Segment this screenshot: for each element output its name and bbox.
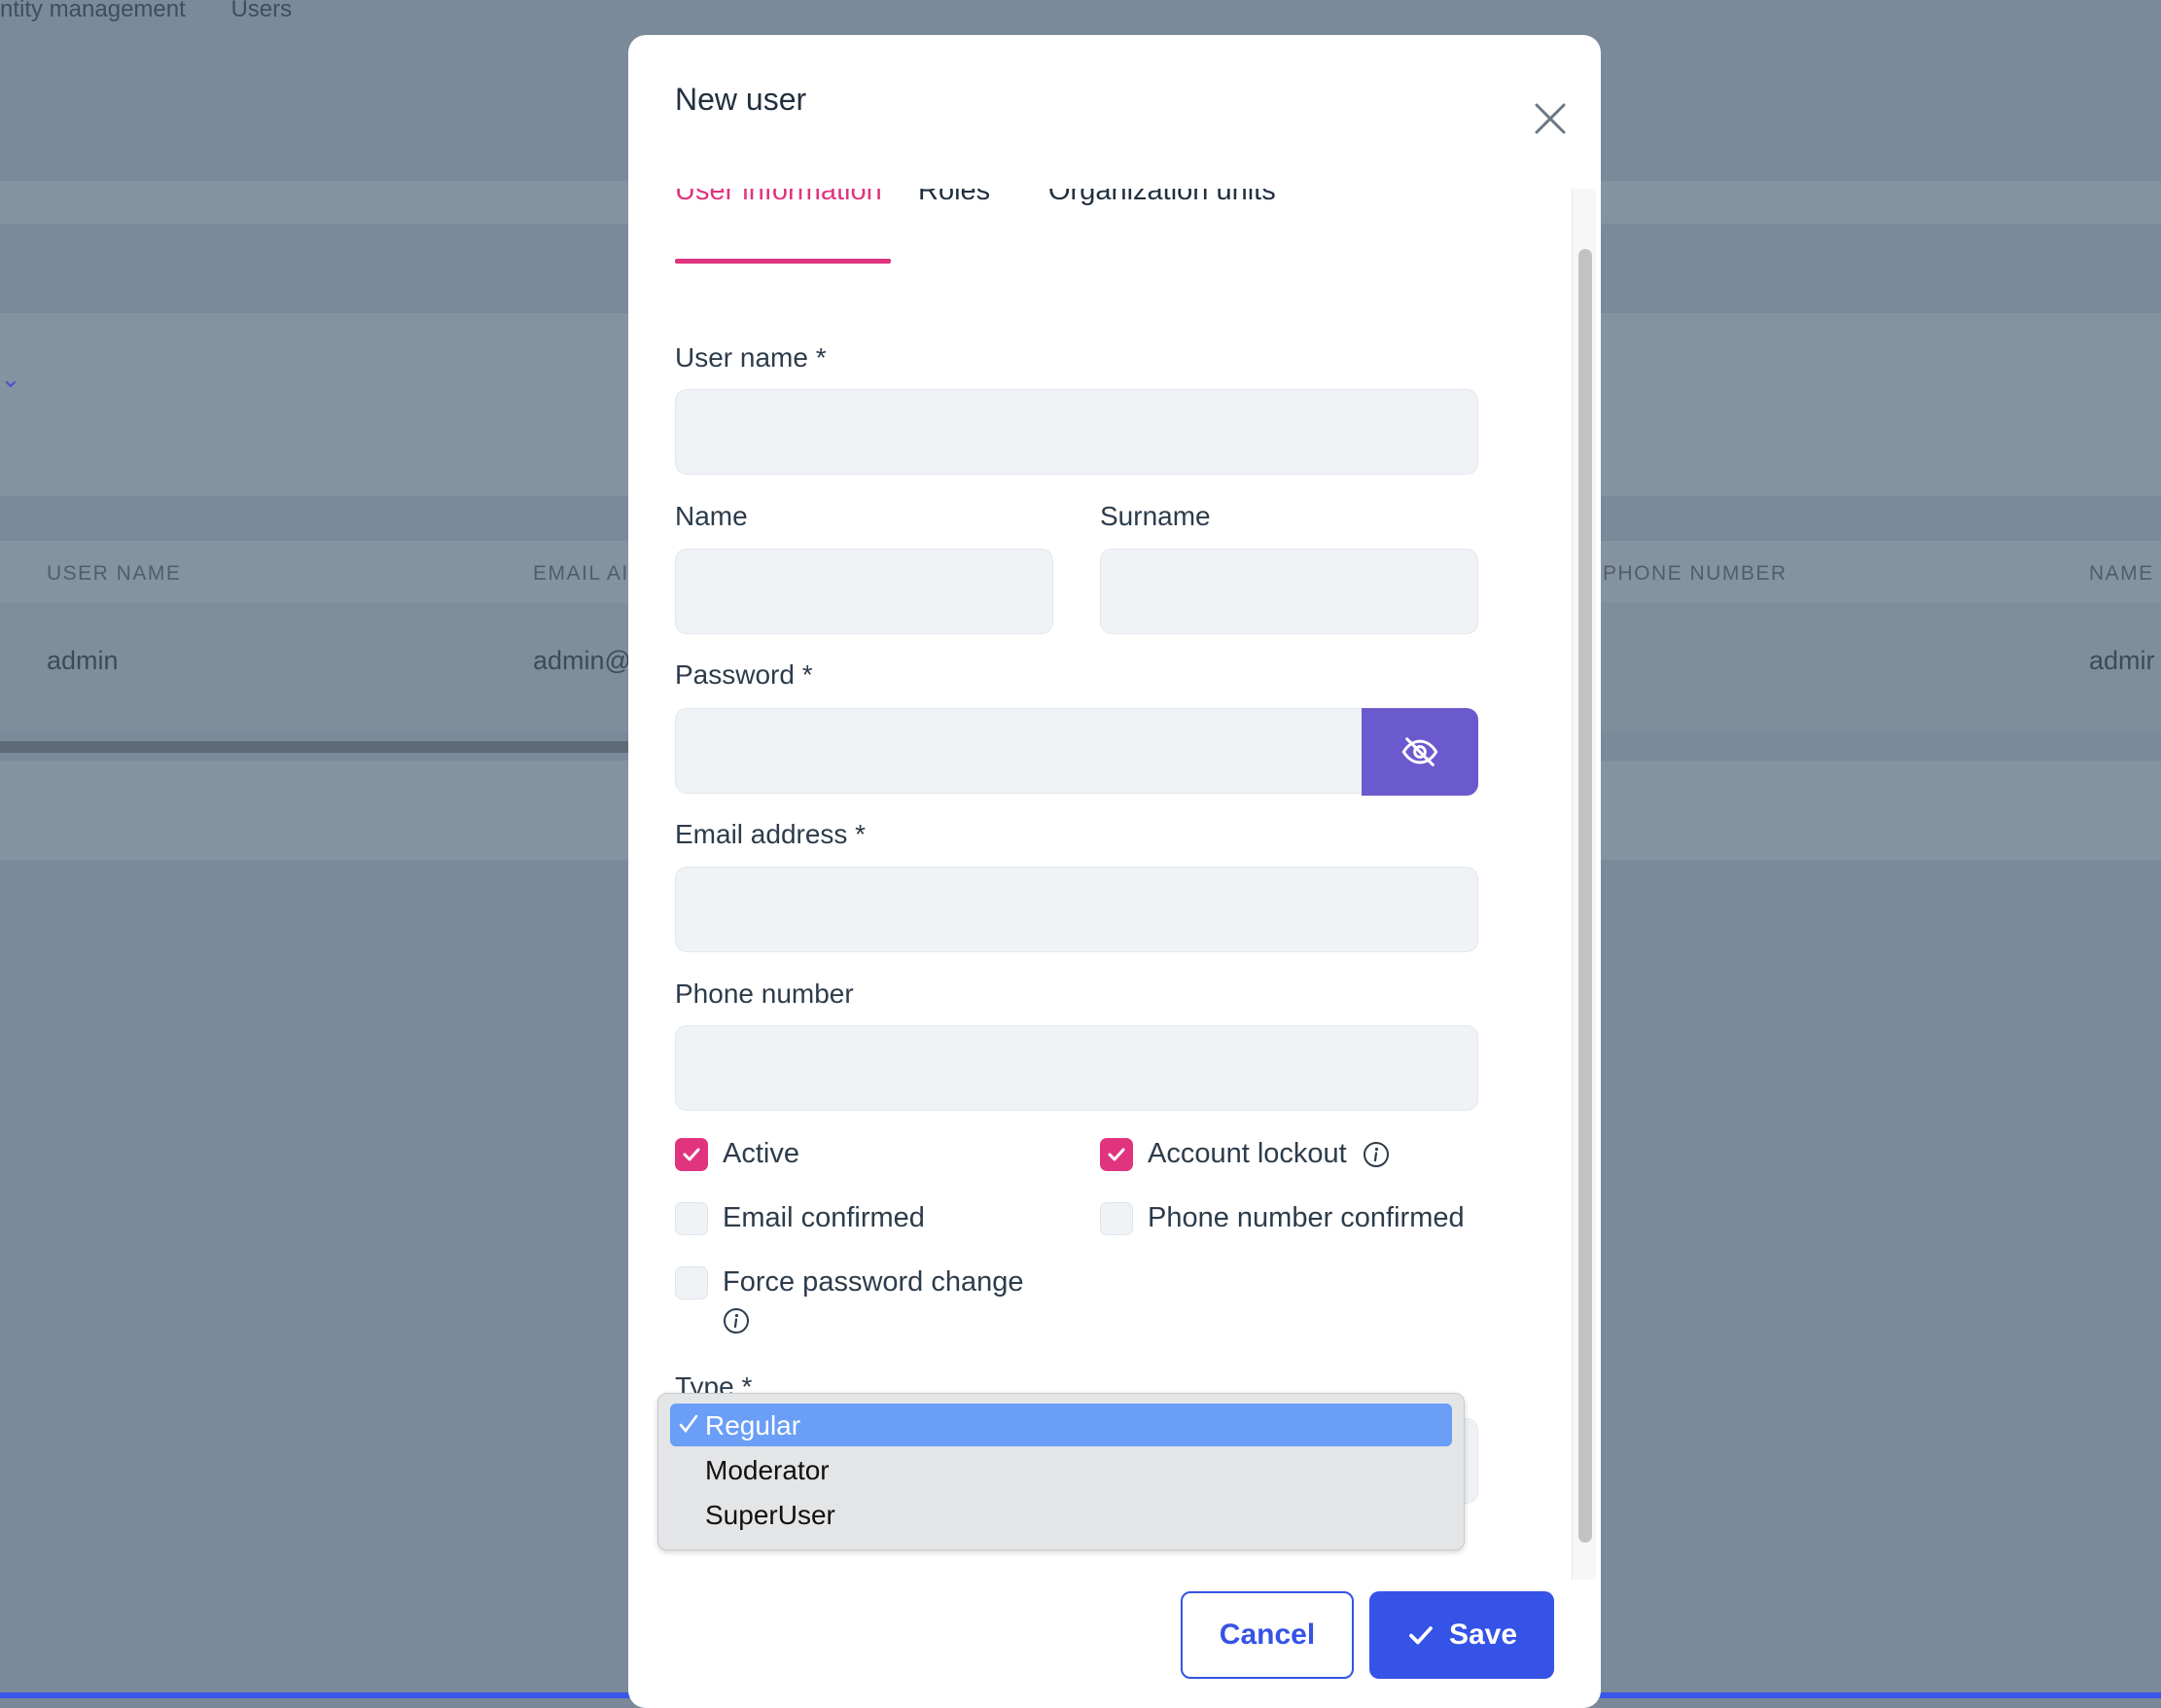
check-icon xyxy=(679,1414,698,1434)
cancel-button-label: Cancel xyxy=(1219,1619,1316,1651)
breadcrumb-item[interactable]: ntity management xyxy=(0,0,186,22)
phone-field[interactable] xyxy=(675,1025,1478,1111)
breadcrumb: ntity management Users xyxy=(0,0,331,23)
force-password-change-label[interactable]: Force password change xyxy=(723,1266,1024,1299)
phone-label: Phone number xyxy=(675,979,854,1009)
check-icon xyxy=(1108,1148,1125,1161)
user-name-field[interactable] xyxy=(675,389,1478,475)
force-password-change-checkbox[interactable] xyxy=(675,1266,708,1299)
type-option-superuser[interactable]: SuperUser xyxy=(670,1493,1452,1536)
save-button[interactable]: Save xyxy=(1369,1591,1554,1679)
email-field[interactable] xyxy=(675,867,1478,952)
user-name-label: User name * xyxy=(675,342,827,373)
modal-body[interactable]: User information Roles Organization unit… xyxy=(628,189,1601,1580)
type-option-moderator[interactable]: Moderator xyxy=(670,1448,1452,1491)
info-icon[interactable] xyxy=(1363,1141,1390,1168)
table-header-email[interactable]: EMAIL AI xyxy=(533,562,629,586)
password-label: Password * xyxy=(675,659,813,690)
cancel-button[interactable]: Cancel xyxy=(1181,1591,1354,1679)
type-option-label: Regular xyxy=(705,1410,801,1441)
tab-roles[interactable]: Roles xyxy=(918,189,990,207)
surname-label: Surname xyxy=(1100,501,1211,531)
check-icon xyxy=(1409,1626,1433,1645)
modal-title: New user xyxy=(675,82,807,117)
account-lockout-label[interactable]: Account lockout xyxy=(1148,1138,1347,1170)
check-icon xyxy=(683,1148,700,1161)
email-confirmed-label[interactable]: Email confirmed xyxy=(723,1202,925,1234)
horizontal-scrollbar[interactable] xyxy=(0,741,632,753)
table-cell: admin xyxy=(47,646,119,675)
phone-number-confirmed-checkbox[interactable] xyxy=(1100,1202,1133,1235)
active-checkbox[interactable] xyxy=(675,1138,708,1171)
table-header-name[interactable]: NAME xyxy=(2089,562,2154,586)
info-icon[interactable] xyxy=(723,1307,750,1334)
tab-organization-units[interactable]: Organization units xyxy=(1048,189,1276,207)
phone-number-confirmed-label[interactable]: Phone number confirmed xyxy=(1148,1202,1465,1234)
name-label: Name xyxy=(675,501,748,531)
surname-field[interactable] xyxy=(1100,549,1478,634)
modal-scrollbar-thumb[interactable] xyxy=(1578,249,1592,1543)
table-cell: admin@ xyxy=(533,646,631,675)
type-dropdown-list[interactable]: Regular Moderator SuperUser xyxy=(657,1393,1465,1550)
close-icon[interactable] xyxy=(1521,89,1579,148)
tab-active-indicator xyxy=(675,259,891,264)
active-label[interactable]: Active xyxy=(723,1138,799,1170)
type-option-label: Moderator xyxy=(705,1455,830,1485)
eye-off-icon xyxy=(1401,737,1438,766)
email-label: Email address * xyxy=(675,819,867,849)
save-button-label: Save xyxy=(1448,1619,1518,1651)
table-cell: admir xyxy=(2089,646,2155,675)
type-option-label: SuperUser xyxy=(705,1500,835,1530)
table-header-user-name[interactable]: USER NAME xyxy=(47,562,181,586)
toggle-password-button[interactable] xyxy=(1362,708,1478,796)
tab-user-information[interactable]: User information xyxy=(675,189,882,207)
email-confirmed-checkbox[interactable] xyxy=(675,1202,708,1235)
type-option-regular[interactable]: Regular xyxy=(670,1404,1452,1446)
table-header-phone[interactable]: PHONE NUMBER xyxy=(1603,562,1788,586)
breadcrumb-item[interactable]: Users xyxy=(230,0,292,22)
name-field[interactable] xyxy=(675,549,1053,634)
chevron-down-icon[interactable]: ⌄ xyxy=(0,364,21,394)
account-lockout-checkbox[interactable] xyxy=(1100,1138,1133,1171)
password-field[interactable] xyxy=(675,708,1371,794)
